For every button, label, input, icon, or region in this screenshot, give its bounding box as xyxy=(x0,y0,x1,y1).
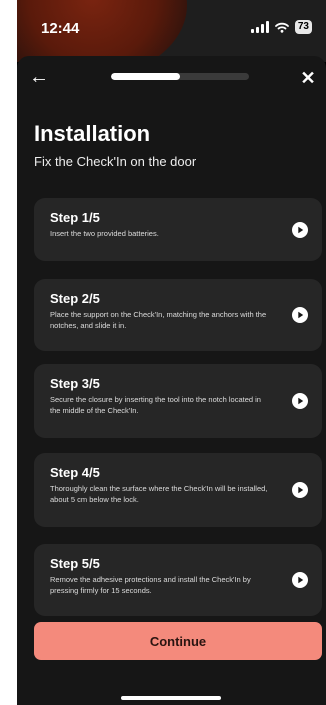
step-card-5[interactable]: Step 5/5 Remove the adhesive protections… xyxy=(34,544,322,616)
progress-fill xyxy=(111,73,180,80)
step-description: Insert the two provided batteries. xyxy=(50,229,159,238)
status-time: 12:44 xyxy=(41,20,80,37)
status-icons: 73 xyxy=(250,20,312,34)
step-description: Place the support on the Check'In, match… xyxy=(50,310,267,330)
home-indicator xyxy=(121,696,221,700)
phone-screen: 12:44 73 ← ✕ Installation Fix the Check'… xyxy=(17,0,326,705)
step-description: Secure the closure by inserting the tool… xyxy=(50,395,261,415)
installation-sheet: ← ✕ Installation Fix the Check'In on the… xyxy=(17,56,326,705)
play-icon[interactable] xyxy=(292,482,308,498)
step-description: Remove the adhesive protections and inst… xyxy=(50,575,251,595)
continue-button[interactable]: Continue xyxy=(34,622,322,660)
close-button[interactable]: ✕ xyxy=(296,66,320,90)
step-title: Step 5/5 xyxy=(50,556,100,571)
step-title: Step 1/5 xyxy=(50,210,100,225)
step-title: Step 3/5 xyxy=(50,376,100,391)
play-icon[interactable] xyxy=(292,393,308,409)
play-icon[interactable] xyxy=(292,572,308,588)
close-icon: ✕ xyxy=(300,68,316,88)
play-icon[interactable] xyxy=(292,221,308,238)
wifi-icon xyxy=(274,22,289,33)
signal-icon xyxy=(250,21,269,33)
arrow-left-icon: ← xyxy=(29,66,49,88)
page-title: Installation xyxy=(34,121,151,146)
page-subtitle: Fix the Check'In on the door xyxy=(34,154,197,169)
step-title: Step 4/5 xyxy=(50,465,100,480)
step-card-4[interactable]: Step 4/5 Thoroughly clean the surface wh… xyxy=(34,453,322,527)
progress-bar xyxy=(111,73,249,80)
back-button[interactable]: ← xyxy=(27,66,51,90)
step-card-2[interactable]: Step 2/5 Place the support on the Check'… xyxy=(34,279,322,351)
step-card-1[interactable]: Step 1/5 Insert the two provided batteri… xyxy=(34,198,322,261)
step-title: Step 2/5 xyxy=(50,291,100,306)
play-icon[interactable] xyxy=(292,307,308,323)
step-description: Thoroughly clean the surface where the C… xyxy=(50,484,268,504)
battery-indicator: 73 xyxy=(294,20,312,34)
step-card-3[interactable]: Step 3/5 Secure the closure by inserting… xyxy=(34,364,322,438)
